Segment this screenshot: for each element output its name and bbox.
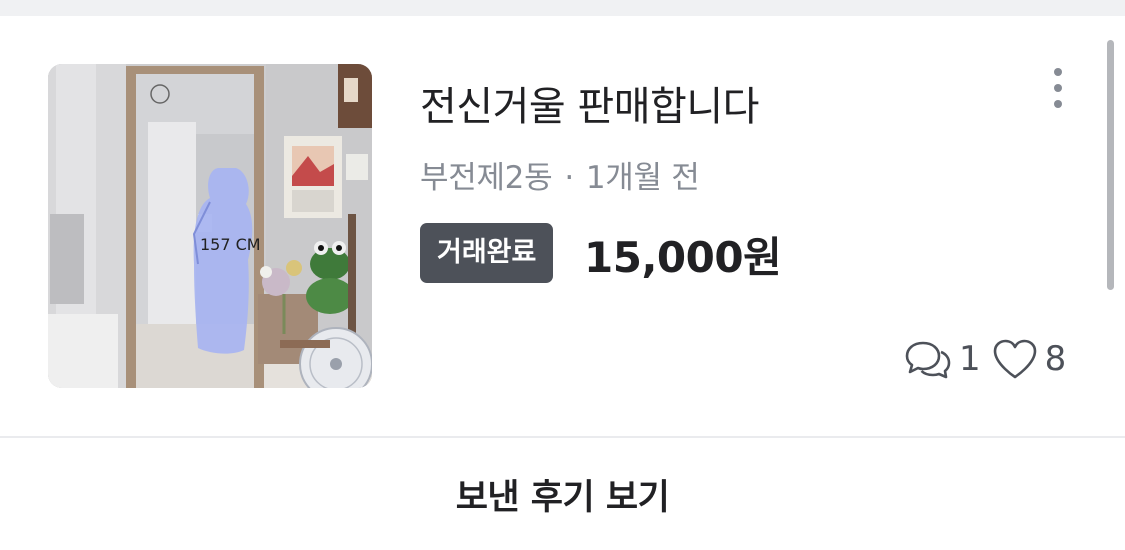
meta-separator: · <box>564 160 574 196</box>
listing-card[interactable]: 157 CM 전신거울 판매합니다 부전제2동 · 1개월 전 거래완료 15,… <box>0 16 1125 436</box>
listing-stats: 1 8 <box>903 334 1076 384</box>
status-badge: 거래완료 <box>420 223 554 283</box>
listing-meta: 부전제2동 · 1개월 전 <box>420 152 700 197</box>
more-dot <box>1054 84 1062 92</box>
heart-outline-icon <box>991 337 1039 381</box>
top-strip <box>0 0 1125 16</box>
listing-location: 부전제2동 <box>420 160 553 196</box>
more-dot <box>1054 100 1062 108</box>
scrollbar[interactable] <box>1107 40 1114 290</box>
view-sent-review-button[interactable]: 보낸 후기 보기 <box>0 438 1125 550</box>
more-vertical-icon <box>1054 68 1062 76</box>
chat-bubbles-icon <box>903 335 953 383</box>
height-marking: 157 CM <box>200 235 261 254</box>
listing-time: 1개월 전 <box>585 160 700 196</box>
mirror-photo: 157 CM <box>48 64 372 388</box>
chat-count: 1 <box>959 339 981 379</box>
more-options-button[interactable] <box>1040 66 1076 110</box>
listing-title[interactable]: 전신거울 판매합니다 <box>420 74 759 132</box>
listing-price: 15,000원 <box>584 233 782 282</box>
listing-thumbnail[interactable]: 157 CM <box>48 64 372 388</box>
like-count: 8 <box>1044 339 1067 379</box>
view-sent-review-label: 보낸 후기 보기 <box>455 477 670 518</box>
